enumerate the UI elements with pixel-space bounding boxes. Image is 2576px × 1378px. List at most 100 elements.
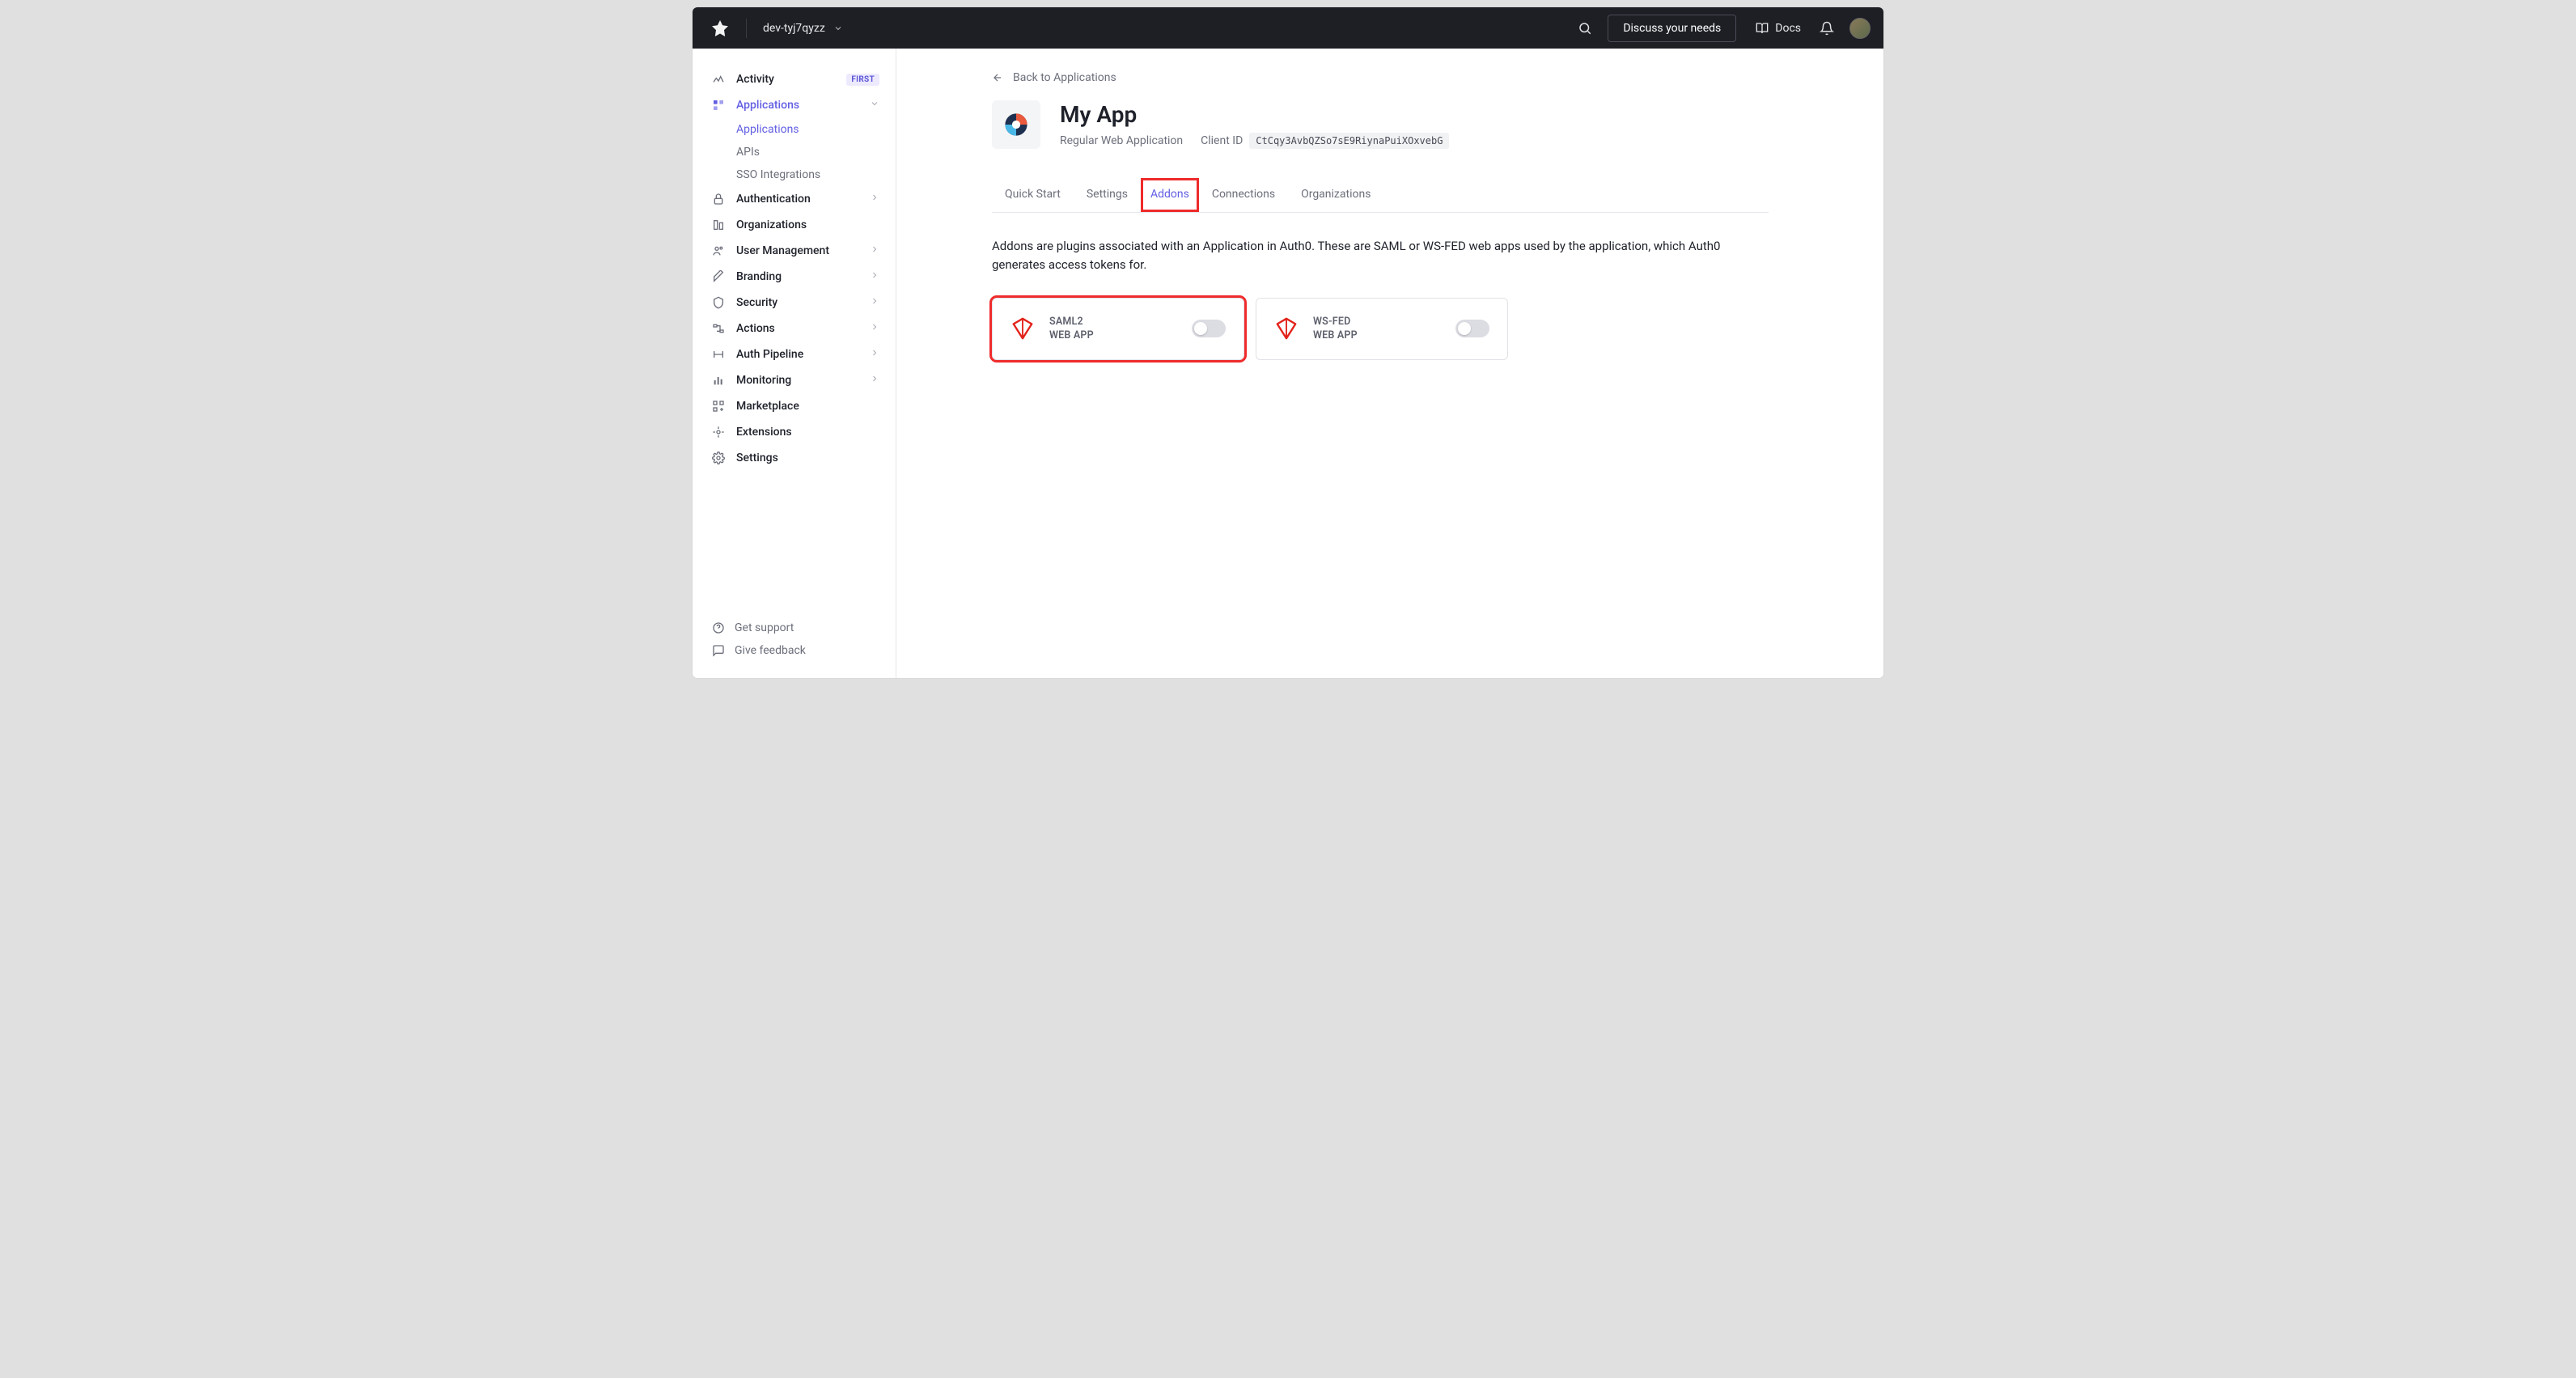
nav-label: Monitoring xyxy=(736,374,858,387)
app-name: My App xyxy=(1060,101,1449,128)
chevron-down-icon xyxy=(833,23,843,33)
tabs: Quick Start Settings Addons Connections … xyxy=(992,178,1769,213)
chevron-right-icon xyxy=(870,244,879,257)
top-header: dev-tyj7qyzz Discuss your needs Docs xyxy=(693,7,1883,49)
nav-label: Marketplace xyxy=(736,400,879,413)
chevron-right-icon xyxy=(870,296,879,309)
users-icon xyxy=(712,244,725,257)
nav-label: Security xyxy=(736,296,858,309)
nav-applications[interactable]: Applications xyxy=(693,92,896,118)
nav-extensions[interactable]: Extensions xyxy=(693,419,896,445)
nav-organizations[interactable]: Organizations xyxy=(693,212,896,238)
nav-auth-pipeline[interactable]: Auth Pipeline xyxy=(693,341,896,367)
gear-icon xyxy=(712,452,725,464)
chevron-right-icon xyxy=(870,374,879,387)
tenant-switcher[interactable]: dev-tyj7qyzz xyxy=(763,22,843,35)
notifications-button[interactable] xyxy=(1812,14,1841,43)
nav-settings[interactable]: Settings xyxy=(693,445,896,471)
nav-activity[interactable]: Activity FIRST xyxy=(693,66,896,92)
activity-icon xyxy=(712,73,725,86)
nav-label: Applications xyxy=(736,99,858,112)
addon-toggle-saml2[interactable] xyxy=(1192,320,1226,337)
nav-label: Branding xyxy=(736,270,858,283)
chevron-right-icon xyxy=(870,348,879,361)
tab-settings[interactable]: Settings xyxy=(1074,178,1141,212)
nav-user-management[interactable]: User Management xyxy=(693,238,896,264)
client-id-value[interactable]: CtCqy3AvbQZSo7sE9RiynaPuiXOxvebG xyxy=(1249,133,1449,149)
auth0-logo[interactable] xyxy=(710,19,730,38)
chevron-right-icon xyxy=(870,193,879,206)
nav-sub-applications[interactable]: Applications xyxy=(736,118,896,141)
sidebar: Activity FIRST Applications Applications… xyxy=(693,49,896,678)
nav-branding[interactable]: Branding xyxy=(693,264,896,290)
app-header: My App Regular Web Application Client ID… xyxy=(992,100,1769,149)
nav-label: Settings xyxy=(736,452,879,464)
nav-monitoring[interactable]: Monitoring xyxy=(693,367,896,393)
app-logo xyxy=(992,100,1040,149)
discuss-button[interactable]: Discuss your needs xyxy=(1608,15,1736,42)
nav-label: Authentication xyxy=(736,193,858,206)
chevron-down-icon xyxy=(870,99,879,112)
app-type: Regular Web Application xyxy=(1060,134,1183,147)
nav-label: Extensions xyxy=(736,426,879,439)
header-divider xyxy=(746,19,747,38)
nav-label: Organizations xyxy=(736,218,879,231)
docs-label: Docs xyxy=(1775,22,1801,35)
search-icon xyxy=(1578,21,1592,36)
help-icon xyxy=(712,621,725,634)
addon-cards: SAML2 WEB APP WS-FED WEB APP xyxy=(992,298,1769,360)
docs-link[interactable]: Docs xyxy=(1756,22,1801,35)
tab-organizations[interactable]: Organizations xyxy=(1288,178,1383,212)
bars-icon xyxy=(712,374,725,387)
nav-actions[interactable]: Actions xyxy=(693,316,896,341)
building-icon xyxy=(712,218,725,231)
tab-quick-start[interactable]: Quick Start xyxy=(992,178,1074,212)
tenant-name: dev-tyj7qyzz xyxy=(763,22,825,35)
nav-marketplace[interactable]: Marketplace xyxy=(693,393,896,419)
nav-sub-sso[interactable]: SSO Integrations xyxy=(736,163,896,186)
addons-description: Addons are plugins associated with an Ap… xyxy=(992,237,1769,275)
back-label: Back to Applications xyxy=(1013,71,1116,84)
nav-applications-children: Applications APIs SSO Integrations xyxy=(693,118,896,186)
user-avatar[interactable] xyxy=(1849,18,1871,39)
chevron-right-icon xyxy=(870,270,879,283)
addon-card-saml2[interactable]: SAML2 WEB APP xyxy=(992,298,1244,360)
get-support-link[interactable]: Get support xyxy=(693,617,896,639)
nav-label: Auth Pipeline xyxy=(736,348,858,361)
nav-label: Activity xyxy=(736,73,835,86)
main-content: Back to Applications My App Regular Web … xyxy=(896,49,1883,678)
lock-icon xyxy=(712,193,725,206)
tab-connections[interactable]: Connections xyxy=(1199,178,1288,212)
give-feedback-link[interactable]: Give feedback xyxy=(693,639,896,662)
addon-toggle-wsfed[interactable] xyxy=(1455,320,1489,337)
nav-label: Actions xyxy=(736,322,858,335)
chat-icon xyxy=(712,644,725,657)
chevron-right-icon xyxy=(870,322,879,335)
support-label: Get support xyxy=(735,621,794,634)
puzzle-icon xyxy=(712,426,725,439)
flow-icon xyxy=(712,322,725,335)
brush-icon xyxy=(712,270,725,283)
back-to-applications-link[interactable]: Back to Applications xyxy=(992,71,1116,84)
tab-addons[interactable]: Addons xyxy=(1141,178,1199,212)
search-button[interactable] xyxy=(1570,14,1599,43)
body: Activity FIRST Applications Applications… xyxy=(693,49,1883,678)
book-icon xyxy=(1756,22,1769,35)
bell-icon xyxy=(1820,21,1834,36)
addon-card-wsfed[interactable]: WS-FED WEB APP xyxy=(1256,298,1508,360)
client-id-label: Client ID xyxy=(1201,134,1243,147)
grid-plus-icon xyxy=(712,400,725,413)
applications-icon xyxy=(712,99,725,112)
addon-title: SAML2 WEB APP xyxy=(1049,315,1094,343)
nav-label: User Management xyxy=(736,244,858,257)
sidebar-nav: Activity FIRST Applications Applications… xyxy=(693,66,896,608)
saml-icon xyxy=(1010,316,1035,341)
nav-security[interactable]: Security xyxy=(693,290,896,316)
feedback-label: Give feedback xyxy=(735,644,806,657)
app-title-block: My App Regular Web Application Client ID… xyxy=(1060,101,1449,149)
first-badge: FIRST xyxy=(846,74,879,86)
nav-sub-apis[interactable]: APIs xyxy=(736,141,896,163)
nav-authentication[interactable]: Authentication xyxy=(693,186,896,212)
app-window: dev-tyj7qyzz Discuss your needs Docs Act… xyxy=(693,7,1883,678)
arrow-left-icon xyxy=(992,72,1003,83)
